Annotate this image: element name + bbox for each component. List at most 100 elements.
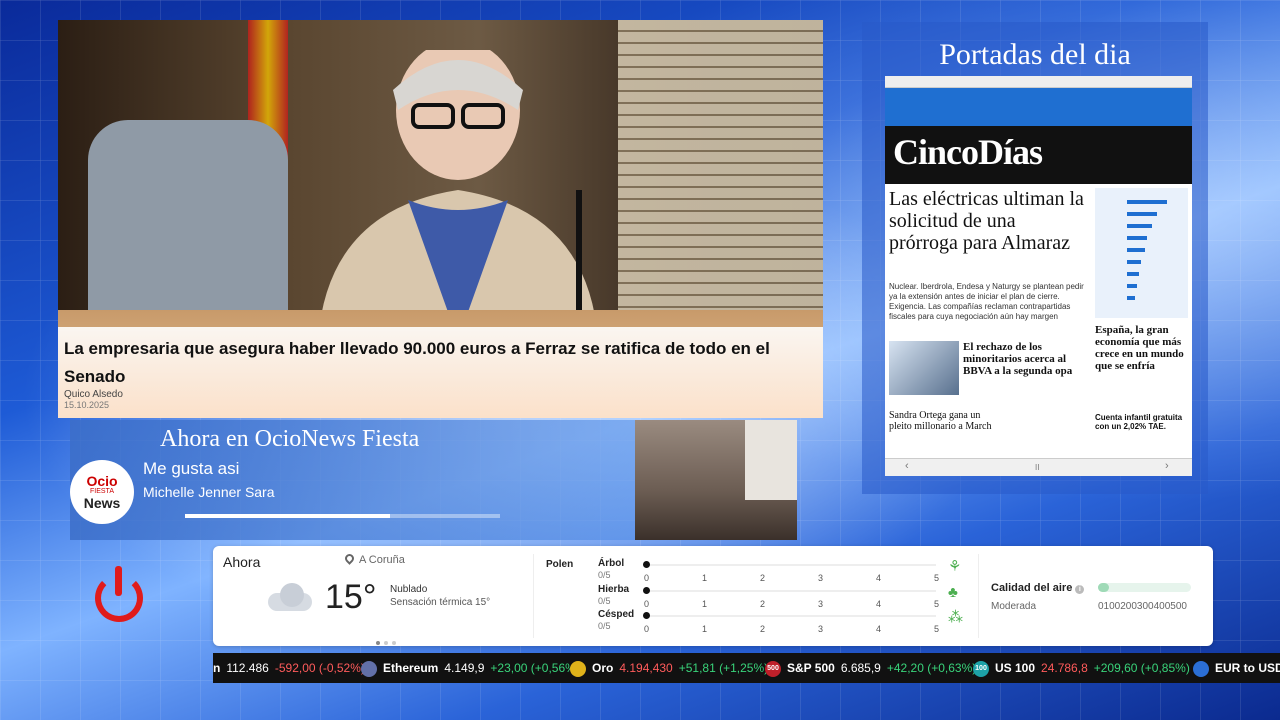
newspaper-chart-bar bbox=[1127, 296, 1135, 300]
pollen-tick: 0 bbox=[644, 573, 650, 583]
newspaper-lede: Nuclear. Iberdrola, Endesa y Naturgy se … bbox=[889, 282, 1084, 321]
air-quality-ticks: 0100200300400500 bbox=[1098, 601, 1187, 612]
ticker-name: S&P 500 bbox=[787, 661, 835, 675]
air-quality-level: Moderada bbox=[991, 601, 1037, 612]
weather-feels-like: Sensación térmica 15° bbox=[390, 597, 491, 608]
ticker-change: -592,00 (-0,52%) bbox=[274, 661, 365, 675]
tree-icon: ⚘ bbox=[948, 558, 962, 575]
newspaper-chart bbox=[1095, 188, 1188, 318]
pollen-tick: 1 bbox=[702, 624, 708, 634]
ocionews-logo: Ocio FIESTA News bbox=[70, 460, 134, 524]
newspaper-chart-bar bbox=[1127, 236, 1147, 240]
air-quality-label: Calidad del aire bbox=[991, 582, 1073, 594]
prev-page-button[interactable]: ‹ bbox=[905, 460, 909, 472]
news-caption: La empresaria que asegura haber llevado … bbox=[58, 327, 823, 418]
newspaper-chart-bar bbox=[1127, 224, 1152, 228]
pollen-scale-line bbox=[646, 615, 936, 617]
document-background bbox=[618, 20, 823, 310]
newspaper-nav: ‹ II › bbox=[885, 458, 1192, 476]
us100-icon: 100 bbox=[973, 660, 989, 677]
next-page-button[interactable]: › bbox=[1165, 460, 1169, 472]
newspaper-chart-bar bbox=[1127, 248, 1145, 252]
pollen-tick: 0 bbox=[644, 599, 650, 609]
gold-icon bbox=[570, 660, 586, 677]
ticker-name: EUR to USD bbox=[1215, 661, 1280, 675]
weather-temperature: 15° bbox=[325, 578, 377, 616]
pollen-tick: 5 bbox=[934, 599, 940, 609]
song-artist: Michelle Jenner Sara bbox=[143, 484, 275, 500]
ticker-change: +42,20 (+0,63%) bbox=[886, 661, 977, 675]
ticker-change: +209,60 (+0,85%) bbox=[1093, 661, 1190, 675]
info-icon[interactable]: i bbox=[1075, 585, 1085, 594]
ticker-price: 4.194,430 bbox=[619, 661, 673, 675]
weather-location-name: A Coruña bbox=[359, 554, 405, 566]
air-quality-title: Calidad del aire i bbox=[991, 582, 1085, 594]
ticker-item[interactable]: Ethereum 4.149,9 +23,00 (+0,56%) bbox=[361, 653, 580, 683]
now-playing-panel: Ahora en OcioNews Fiesta Ocio FIESTA New… bbox=[70, 420, 635, 540]
pollen-scale-line bbox=[646, 564, 936, 566]
power-icon[interactable] bbox=[95, 566, 145, 622]
pollen-score: 0/5 bbox=[598, 596, 611, 606]
newspaper-chart-bar bbox=[1127, 260, 1141, 264]
song-title: Me gusta asi bbox=[143, 459, 240, 478]
newspaper-side-headline: España, la gran economía que más crece e… bbox=[1095, 324, 1184, 372]
weather-now-label: Ahora bbox=[223, 554, 261, 570]
weather-location[interactable]: A Coruña bbox=[343, 552, 405, 566]
person-image bbox=[318, 50, 598, 340]
ticker-item[interactable]: 100 US 100 24.786,8 +209,60 (+0,85%) bbox=[973, 653, 1190, 683]
news-author: Quico Alsedo bbox=[64, 389, 123, 400]
pollen-tick: 0 bbox=[644, 624, 650, 634]
power-icon-stick bbox=[115, 566, 122, 596]
location-pin-icon bbox=[343, 552, 356, 565]
ticker-item[interactable]: Oro 4.194,430 +51,81 (+1,25%) bbox=[570, 653, 768, 683]
newspaper-dateline bbox=[885, 76, 1192, 88]
news-video-panel[interactable]: La empresaria que asegura haber llevado … bbox=[58, 20, 823, 418]
newspaper-promo: Cuenta infantil gratuita con un 2,02% TA… bbox=[1095, 413, 1183, 431]
weather-condition: Nublado bbox=[390, 584, 428, 595]
ticker-name: US 100 bbox=[995, 661, 1036, 675]
lawn-icon: ⁂ bbox=[948, 609, 963, 626]
webcam-window bbox=[745, 420, 797, 500]
market-ticker: n 112.486 -592,00 (-0,52%) Ethereum 4.149,9 +… bbox=[213, 653, 1280, 683]
ticker-change: +23,00 (+0,56%) bbox=[490, 661, 580, 675]
pollen-tick: 1 bbox=[702, 573, 708, 583]
newspaper-top-banner bbox=[885, 88, 1192, 126]
newspaper-chart-bar bbox=[1127, 272, 1139, 276]
newspaper-chart-bar bbox=[1127, 212, 1157, 216]
sp500-icon: 500 bbox=[765, 660, 781, 677]
ticker-item[interactable]: EUR to USD bbox=[1193, 653, 1280, 683]
song-progress-bar[interactable] bbox=[185, 514, 500, 518]
air-quality-bar bbox=[1098, 583, 1191, 592]
ticker-item[interactable]: n 112.486 -592,00 (-0,52%) bbox=[213, 653, 365, 683]
newspaper-headline: Las eléctricas ultiman la solicitud de u… bbox=[889, 188, 1084, 254]
pollen-scale-line bbox=[646, 590, 936, 592]
webcam-feed bbox=[635, 420, 797, 540]
song-progress-fill bbox=[185, 514, 390, 518]
newspaper-masthead: CincoDías bbox=[885, 126, 1192, 184]
news-headline[interactable]: La empresaria que asegura haber llevado … bbox=[64, 335, 817, 391]
newspaper-cover[interactable]: CincoDías Las eléctricas ultiman la soli… bbox=[885, 76, 1192, 476]
ticker-name: n bbox=[213, 661, 221, 675]
pollen-score: 0/5 bbox=[598, 621, 611, 631]
pollen-tick: 4 bbox=[876, 599, 882, 609]
pollen-tick: 2 bbox=[760, 599, 766, 609]
pollen-tick: 2 bbox=[760, 624, 766, 634]
pollen-tick: 4 bbox=[876, 624, 882, 634]
front-pages-title: Portadas del dia bbox=[939, 38, 1131, 71]
pollen-level-dot bbox=[643, 587, 650, 594]
weather-pagination[interactable] bbox=[376, 632, 400, 650]
pollen-tick: 1 bbox=[702, 599, 708, 609]
pollen-tick: 2 bbox=[760, 573, 766, 583]
air-quality-bar-fill bbox=[1098, 583, 1110, 592]
pollen-tick: 5 bbox=[934, 573, 940, 583]
ticker-price: 4.149,9 bbox=[444, 661, 485, 675]
pollen-row: Césped 0/5 0 1 2 3 4 5 ⁂ bbox=[598, 609, 963, 634]
pollen-tick: 5 bbox=[934, 624, 940, 634]
ticker-item[interactable]: 500 S&P 500 6.685,9 +42,20 (+0,63%) bbox=[765, 653, 976, 683]
ticker-price: 6.685,9 bbox=[840, 661, 881, 675]
grass-icon: ♣ bbox=[948, 584, 958, 601]
pollen-row: Árbol 0/5 0 1 2 3 4 5 ⚘ bbox=[598, 558, 962, 583]
ticker-name: Oro bbox=[592, 661, 614, 675]
pollen-name: Césped bbox=[598, 609, 635, 620]
page-indicator: II bbox=[1035, 463, 1040, 472]
